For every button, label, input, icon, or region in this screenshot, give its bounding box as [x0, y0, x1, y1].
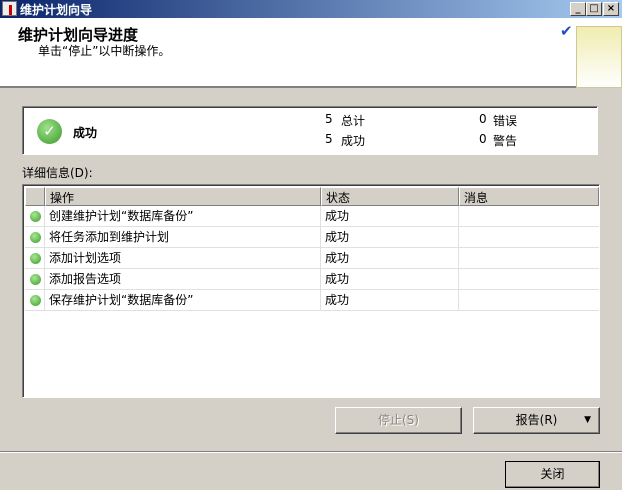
wizard-graphic-icon: [576, 26, 622, 88]
row-action: 保存维护计划“数据库备份”: [45, 290, 321, 311]
row-indicator: [25, 269, 45, 290]
row-status: 成功: [321, 206, 459, 227]
row-message: [459, 206, 599, 227]
checkmark-icon: ✔: [560, 22, 573, 40]
report-button[interactable]: 报告(R) ▼: [473, 407, 600, 434]
minimize-button[interactable]: _: [570, 2, 586, 16]
row-indicator: [25, 206, 45, 227]
row-message: [459, 269, 599, 290]
close-button[interactable]: 关闭: [505, 461, 600, 488]
success-icon: [30, 232, 41, 243]
title-bar: 维护计划向导 _ □ ×: [0, 0, 622, 18]
report-label: 报告(R): [515, 413, 558, 427]
row-message: [459, 290, 599, 311]
row-action: 添加报告选项: [45, 269, 321, 290]
wizard-header: 维护计划向导进度 单击“停止”以中断操作。 ✔: [0, 18, 622, 88]
success-icon: ✓: [37, 119, 62, 144]
error-count: 0: [479, 112, 487, 126]
row-action: 创建维护计划“数据库备份”: [45, 206, 321, 227]
table-row[interactable]: 保存维护计划“数据库备份” 成功: [25, 290, 599, 311]
row-status: 成功: [321, 290, 459, 311]
summary-status: 成功: [73, 126, 98, 140]
success-icon: [30, 211, 41, 222]
success-icon: [30, 295, 41, 306]
column-header-message[interactable]: 消息: [459, 187, 599, 206]
row-message: [459, 227, 599, 248]
error-label: 错误: [493, 114, 518, 128]
table-row[interactable]: 将任务添加到维护计划 成功: [25, 227, 599, 248]
details-label: 详细信息(D):: [22, 166, 93, 180]
row-action: 将任务添加到维护计划: [45, 227, 321, 248]
row-status: 成功: [321, 269, 459, 290]
total-label: 总计: [341, 114, 366, 128]
close-window-button[interactable]: ×: [603, 2, 619, 16]
dropdown-arrow-icon: ▼: [584, 415, 591, 425]
details-table: 操作 状态 消息 创建维护计划“数据库备份” 成功 将任务添加到维护计划 成功 …: [22, 184, 600, 398]
page-subtitle: 单击“停止”以中断操作。: [38, 44, 171, 58]
row-message: [459, 248, 599, 269]
warning-count: 0: [479, 132, 487, 146]
separator: [0, 451, 622, 453]
column-header-status[interactable]: 状态: [321, 187, 459, 206]
table-row[interactable]: 添加报告选项 成功: [25, 269, 599, 290]
table-row[interactable]: 创建维护计划“数据库备份” 成功: [25, 206, 599, 227]
column-header-indicator[interactable]: [25, 187, 45, 206]
row-indicator: [25, 290, 45, 311]
column-header-action[interactable]: 操作: [45, 187, 321, 206]
table-row[interactable]: 添加计划选项 成功: [25, 248, 599, 269]
success-icon: [30, 253, 41, 264]
warning-label: 警告: [493, 134, 518, 148]
row-indicator: [25, 227, 45, 248]
row-status: 成功: [321, 227, 459, 248]
success-count: 5: [325, 132, 333, 146]
maximize-button[interactable]: □: [586, 2, 602, 16]
row-status: 成功: [321, 248, 459, 269]
stop-button[interactable]: 停止(S): [335, 407, 462, 434]
row-action: 添加计划选项: [45, 248, 321, 269]
window-title: 维护计划向导: [20, 3, 93, 17]
success-icon: [30, 274, 41, 285]
summary-panel: ✓ 成功 5 总计 5 成功 0 错误 0 警告: [22, 106, 598, 155]
total-count: 5: [325, 112, 333, 126]
row-indicator: [25, 248, 45, 269]
app-icon: [2, 1, 17, 16]
success-label: 成功: [341, 134, 366, 148]
